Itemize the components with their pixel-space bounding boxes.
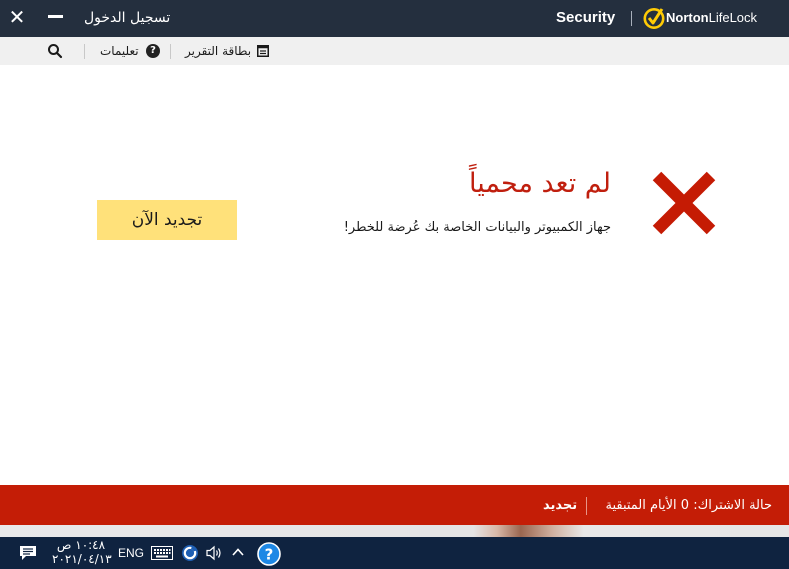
brand-divider — [631, 11, 632, 26]
language-indicator[interactable]: ENG — [118, 545, 144, 561]
subscription-status-bar: حالة الاشتراك: 0 الأيام المتبقية تجديد — [0, 485, 789, 525]
close-icon[interactable]: ✕ — [8, 7, 26, 27]
toolbar: تعليمات ? بطاقة التقرير — [0, 37, 789, 65]
brand-name-rest: LifeLock — [708, 10, 758, 25]
toolbar-divider — [84, 44, 85, 59]
help-icon[interactable]: ? — [146, 44, 160, 58]
renew-link[interactable]: تجديد — [543, 497, 577, 515]
brand-name-bold: Norton — [666, 10, 709, 25]
title-bar: ✕ تسجيل الدخول Security NortonLifeLock — [0, 0, 789, 37]
action-center-icon[interactable] — [19, 545, 37, 561]
status-description: جهاز الكمبيوتر والبيانات الخاصة بك عُرضة… — [343, 220, 611, 235]
brand-name: NortonLifeLock — [666, 10, 757, 26]
volume-icon[interactable] — [205, 545, 223, 561]
footer-divider — [586, 497, 587, 515]
help-tray-icon[interactable]: ? — [257, 542, 281, 566]
clock-time[interactable]: ١٠:٤٨ ص — [56, 538, 106, 552]
taskbar: ١٠:٤٨ ص ٢٠٢١/٠٤/١٣ ENG ? — [0, 537, 789, 569]
toolbar-divider — [170, 44, 171, 59]
desktop-wallpaper — [0, 525, 789, 537]
report-card-icon[interactable] — [257, 44, 269, 57]
status-title: لم تعد محمياً — [469, 168, 611, 199]
norton-logo-icon — [643, 8, 665, 29]
renew-now-button[interactable]: تجديد الآن — [97, 200, 237, 240]
report-card-link[interactable]: بطاقة التقرير — [185, 43, 251, 59]
clock-date[interactable]: ٢٠٢١/٠٤/١٣ — [52, 552, 112, 566]
chevron-up-icon[interactable] — [231, 545, 245, 559]
help-link[interactable]: تعليمات — [100, 43, 139, 59]
norton-tray-icon[interactable] — [181, 544, 199, 562]
svg-text:?: ? — [265, 546, 274, 564]
product-name: Security — [556, 9, 616, 26]
subscription-status: حالة الاشتراك: 0 الأيام المتبقية — [605, 498, 772, 513]
keyboard-icon[interactable] — [151, 546, 173, 560]
minimize-icon[interactable] — [48, 15, 63, 18]
login-link[interactable]: تسجيل الدخول — [84, 9, 170, 27]
x-icon — [652, 171, 716, 235]
search-icon[interactable] — [47, 43, 63, 59]
